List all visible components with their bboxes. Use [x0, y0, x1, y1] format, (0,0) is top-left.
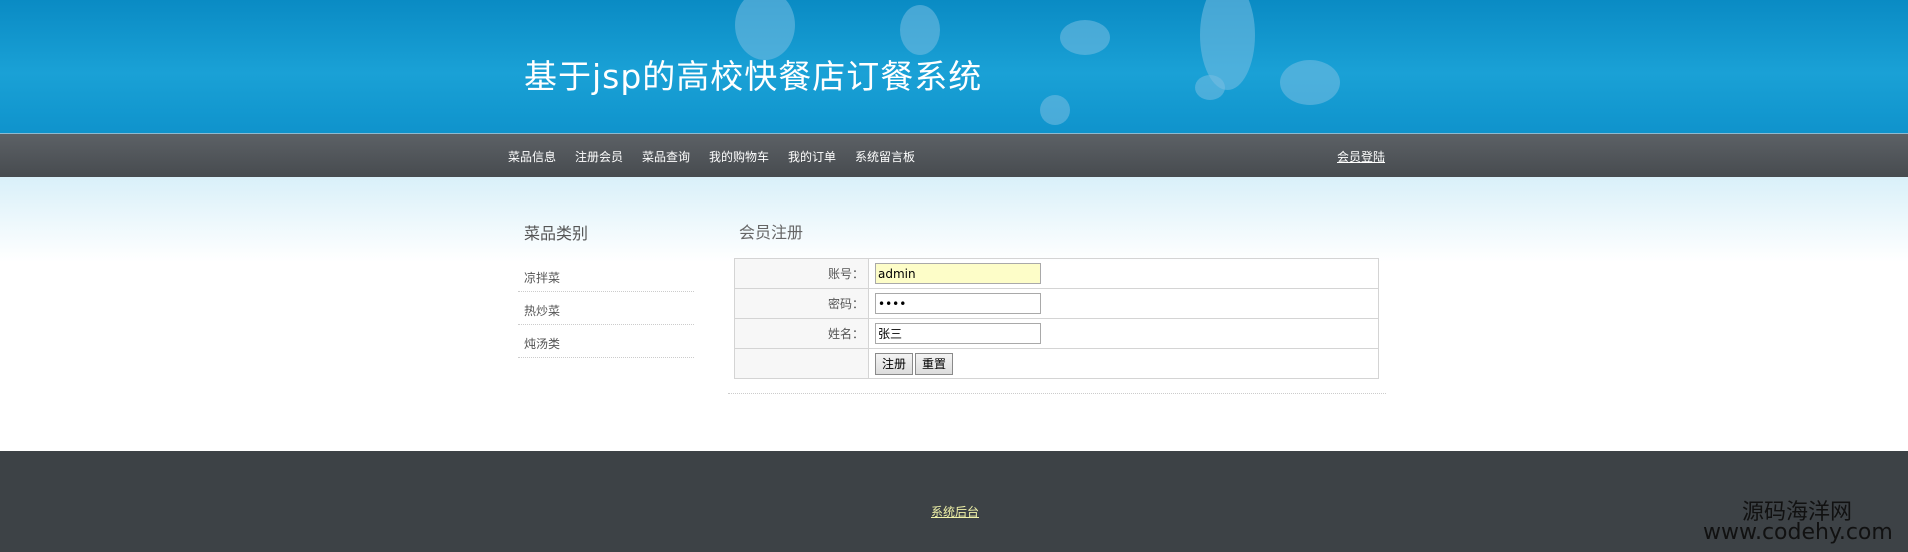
account-label: 账号： — [734, 258, 869, 289]
account-input[interactable] — [875, 263, 1041, 284]
site-title: 基于jsp的高校快餐店订餐系统 — [524, 57, 983, 96]
sidebar-title: 菜品类别 — [524, 224, 589, 243]
name-label: 姓名： — [734, 318, 869, 349]
header-decoration — [1195, 75, 1225, 100]
admin-link[interactable]: 系统后台 — [931, 503, 979, 520]
name-input[interactable] — [875, 323, 1041, 344]
nav-item-dish-search[interactable]: 菜品查询 — [642, 148, 690, 165]
form-row-actions: 注册 重置 — [734, 348, 1379, 379]
watermark-url: www.codehy.com — [1703, 520, 1893, 545]
sidebar-item-soups[interactable]: 炖汤类 — [518, 326, 694, 358]
member-login-link[interactable]: 会员登陆 — [1337, 148, 1385, 165]
header-decoration — [1280, 60, 1340, 105]
nav-item-orders[interactable]: 我的订单 — [788, 148, 836, 165]
site-header: 基于jsp的高校快餐店订餐系统 — [0, 0, 1908, 133]
header-decoration — [900, 5, 940, 55]
header-decoration — [1040, 95, 1070, 125]
nav-item-message-board[interactable]: 系统留言板 — [855, 148, 915, 165]
nav-item-register[interactable]: 注册会员 — [575, 148, 623, 165]
main-nav: 菜品信息 注册会员 菜品查询 我的购物车 我的订单 系统留言板 会员登陆 — [0, 133, 1908, 177]
password-label: 密码： — [734, 288, 869, 319]
sidebar-item-label[interactable]: 热炒菜 — [524, 302, 560, 319]
nav-item-cart[interactable]: 我的购物车 — [709, 148, 769, 165]
sidebar-item-cold-dishes[interactable]: 凉拌菜 — [518, 260, 694, 292]
sidebar-item-label[interactable]: 凉拌菜 — [524, 269, 560, 286]
nav-item-dish-info[interactable]: 菜品信息 — [508, 148, 556, 165]
form-row-account: 账号： — [734, 258, 1379, 289]
form-row-password: 密码： — [734, 288, 1379, 319]
register-form: 账号： 密码： 姓名： 注册重置 — [734, 258, 1379, 379]
divider — [728, 393, 1386, 394]
register-button[interactable]: 注册 — [875, 352, 914, 375]
header-decoration — [1060, 20, 1110, 55]
form-row-name: 姓名： — [734, 318, 1379, 349]
page-title: 会员注册 — [739, 223, 804, 242]
sidebar-item-stir-fry[interactable]: 热炒菜 — [518, 293, 694, 325]
reset-button[interactable]: 重置 — [915, 352, 954, 375]
password-input[interactable] — [875, 293, 1041, 314]
site-footer: 系统后台 — [0, 451, 1908, 552]
sidebar-item-label[interactable]: 炖汤类 — [524, 335, 560, 352]
